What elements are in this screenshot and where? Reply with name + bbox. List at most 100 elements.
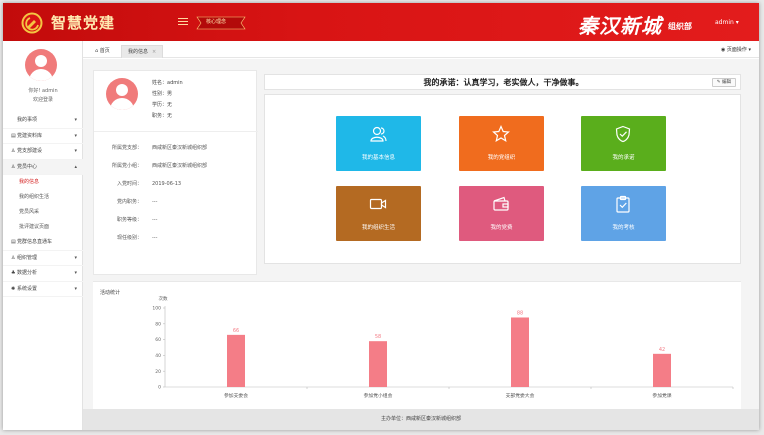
detail-label: 所属党小组： bbox=[111, 163, 142, 169]
party-emblem-icon bbox=[21, 12, 43, 34]
welcome-text: 欢迎登录 bbox=[32, 97, 53, 103]
chart-bar bbox=[511, 317, 529, 387]
x-tick-label: 参加支委会 bbox=[224, 392, 248, 399]
y-tick-label: 20 bbox=[155, 369, 161, 375]
profile-position: 职务：无 bbox=[152, 113, 173, 119]
chevron-down-icon: ▾ bbox=[74, 132, 77, 139]
sidebar-item-my-tasks[interactable]: 我的事项 ▾ bbox=[3, 113, 83, 129]
y-tick-label: 0 bbox=[158, 385, 161, 391]
app-window: 智慧党建 核心理念 秦汉新城 组织部 admin ▾ 你好! admin 欢迎登… bbox=[3, 3, 759, 430]
sidebar-item-branch-building[interactable]: ♙ 党支部建设 ▾ bbox=[3, 144, 83, 160]
chart-bar bbox=[227, 334, 245, 387]
star-icon bbox=[492, 125, 510, 143]
close-icon[interactable]: × bbox=[152, 49, 156, 55]
avatar bbox=[25, 49, 57, 81]
shield-check-icon bbox=[615, 125, 631, 143]
sidebar-subitem-org-life[interactable]: 我的组织生活 bbox=[3, 190, 83, 205]
tile-org-life[interactable]: 我的组织生活 bbox=[336, 186, 421, 241]
y-tick-label: 80 bbox=[155, 321, 161, 327]
tile-label: 我的考核 bbox=[612, 225, 635, 231]
profile-name: 姓名：admin bbox=[152, 80, 183, 86]
edit-button[interactable]: ✎ 编辑 bbox=[711, 78, 736, 87]
tile-basic-info[interactable]: 我的基本信息 bbox=[336, 116, 421, 171]
bar-value-label: 88 bbox=[517, 310, 523, 316]
profile-gender: 性别：男 bbox=[152, 91, 173, 97]
x-tick-label: 支部党委大会 bbox=[506, 392, 535, 399]
detail-row: 入党时间： 2019-06-13 bbox=[102, 175, 252, 193]
tile-label: 我的组织生活 bbox=[361, 225, 395, 231]
chart-bar bbox=[653, 353, 671, 387]
tile-promise[interactable]: 我的承诺 bbox=[581, 116, 666, 171]
chevron-down-icon: ▾ bbox=[74, 254, 77, 261]
menu-toggle-icon[interactable] bbox=[178, 18, 188, 26]
detail-row: 职务等级： --- bbox=[102, 211, 252, 229]
users-icon bbox=[370, 126, 387, 142]
user-menu[interactable]: admin ▾ bbox=[715, 19, 739, 26]
detail-row: 所属党小组： 西咸新区秦汉新城组织部 bbox=[102, 157, 252, 175]
profile-card: 姓名：admin 性别：男 学历：无 职务：无 所属党支部： 西咸新区秦汉新城组织… bbox=[93, 70, 258, 275]
detail-row: 现任级别： --- bbox=[102, 229, 252, 247]
bar-value-label: 66 bbox=[233, 328, 239, 334]
sidebar-subitem-my-info[interactable]: 我的信息 bbox=[3, 175, 83, 190]
calligraphy-title: 秦汉新城 bbox=[578, 14, 662, 38]
top-header: 智慧党建 核心理念 秦汉新城 组织部 admin ▾ bbox=[3, 3, 759, 41]
page-operations-menu[interactable]: ◉ 页面操作 ▾ bbox=[721, 46, 751, 53]
tile-label: 我的党费 bbox=[490, 225, 513, 231]
tab-bar: ⌂ 首页 我的信息 × ◉ 页面操作 ▾ bbox=[83, 41, 759, 58]
banner-text[interactable]: 核心理念 bbox=[206, 18, 226, 25]
sidebar-item-label: 党建资料库 bbox=[17, 132, 43, 139]
detail-row: 党内职务： --- bbox=[102, 193, 252, 211]
sidebar-item-library[interactable]: ▤党建资料库 ▾ bbox=[3, 129, 83, 144]
tile-label: 我的基本信息 bbox=[361, 155, 395, 161]
sidebar-item-label: 系统设置 bbox=[17, 285, 38, 292]
sidebar-item-info-express[interactable]: ▤党群信息直通车 bbox=[3, 235, 83, 251]
y-tick-label: 40 bbox=[155, 353, 161, 359]
promise-bar: 我的承诺：认真学习，老实做人，干净做事。 ✎ 编辑 bbox=[264, 74, 741, 90]
profile-avatar bbox=[106, 78, 138, 110]
chevron-down-icon: ▾ bbox=[74, 148, 77, 154]
sidebar-item-org-management[interactable]: ♙ 组织管理 ▾ bbox=[3, 251, 83, 266]
calligraphy-subtitle: 组织部 bbox=[668, 21, 692, 31]
profile-details: 所属党支部： 西咸新区秦汉新城组织部 所属党小组： 西咸新区秦汉新城组织部 入党时间… bbox=[102, 139, 252, 247]
sidebar-item-label: 党支部建设 bbox=[17, 148, 43, 154]
bar-value-label: 58 bbox=[375, 334, 381, 340]
x-tick-label: 参加党课 bbox=[652, 392, 671, 399]
footer: 主办单位：西咸新区秦汉新城组织部 bbox=[83, 409, 759, 430]
sidebar-item-member-center[interactable]: ♙ 党员中心 ▴ bbox=[3, 159, 83, 175]
y-tick-label: 100 bbox=[152, 306, 161, 312]
detail-label: 党内职务： bbox=[116, 199, 142, 205]
divider bbox=[94, 131, 258, 132]
promise-text: 我的承诺：认真学习，老实做人，干净做事。 bbox=[423, 78, 584, 87]
sidebar-item-label: 组织管理 bbox=[17, 254, 38, 261]
tiles-panel: 我的基本信息 我的党组织 我的承诺 我的组织生活 我的党费 我的考核 bbox=[264, 94, 741, 264]
detail-value: 西咸新区秦汉新城组织部 bbox=[152, 145, 208, 151]
tab-my-info-label: 我的信息 bbox=[128, 49, 149, 55]
tile-label: 我的承诺 bbox=[612, 155, 635, 161]
tile-assessment[interactable]: 我的考核 bbox=[581, 186, 666, 241]
sidebar-subitem-member-style[interactable]: 党员风采 bbox=[3, 205, 83, 220]
main-content: 姓名：admin 性别：男 学历：无 职务：无 所属党支部： 西咸新区秦汉新城组织… bbox=[83, 59, 759, 409]
sidebar-item-system-settings[interactable]: ✺ 系统设置 ▾ bbox=[3, 282, 83, 297]
detail-row: 所属党支部： 西咸新区秦汉新城组织部 bbox=[102, 139, 252, 157]
clipboard-check-icon bbox=[616, 195, 630, 213]
detail-label: 职务等级： bbox=[116, 217, 142, 223]
detail-label: 所属党支部： bbox=[111, 145, 142, 151]
profile-education: 学历：无 bbox=[152, 102, 173, 108]
tile-party-org[interactable]: 我的党组织 bbox=[459, 116, 544, 171]
chart-bar bbox=[369, 341, 387, 387]
x-tick-label: 参加党小组会 bbox=[364, 392, 393, 399]
profile-basic-info: 姓名：admin 性别：男 学历：无 职务：无 bbox=[152, 78, 183, 122]
activity-bar-chart: 次数 0 20 40 60 80 100 66 参加支委会 58 参加党小组会 88 支部党委大会 42 参… bbox=[152, 295, 734, 399]
sidebar-subitem-suggestions[interactable]: 批评建议页面 bbox=[3, 220, 83, 235]
sidebar-item-label: 党群信息直通车 bbox=[17, 239, 53, 245]
chevron-down-icon: ▾ bbox=[74, 270, 77, 276]
tab-my-info[interactable]: 我的信息 × bbox=[121, 45, 164, 58]
tab-home[interactable]: ⌂ 首页 bbox=[89, 45, 116, 58]
sidebar: 你好! admin 欢迎登录 我的事项 ▾ ▤党建资料库 ▾ ♙ 党支部建设 ▾ … bbox=[3, 41, 83, 430]
video-icon bbox=[369, 198, 387, 210]
detail-value: --- bbox=[152, 217, 158, 223]
sidebar-item-data-analysis[interactable]: ♣ 数据分析 ▾ bbox=[3, 266, 83, 282]
detail-value: --- bbox=[152, 235, 158, 241]
tile-party-fee[interactable]: 我的党费 bbox=[459, 186, 544, 241]
detail-label: 入党时间： bbox=[116, 181, 142, 187]
